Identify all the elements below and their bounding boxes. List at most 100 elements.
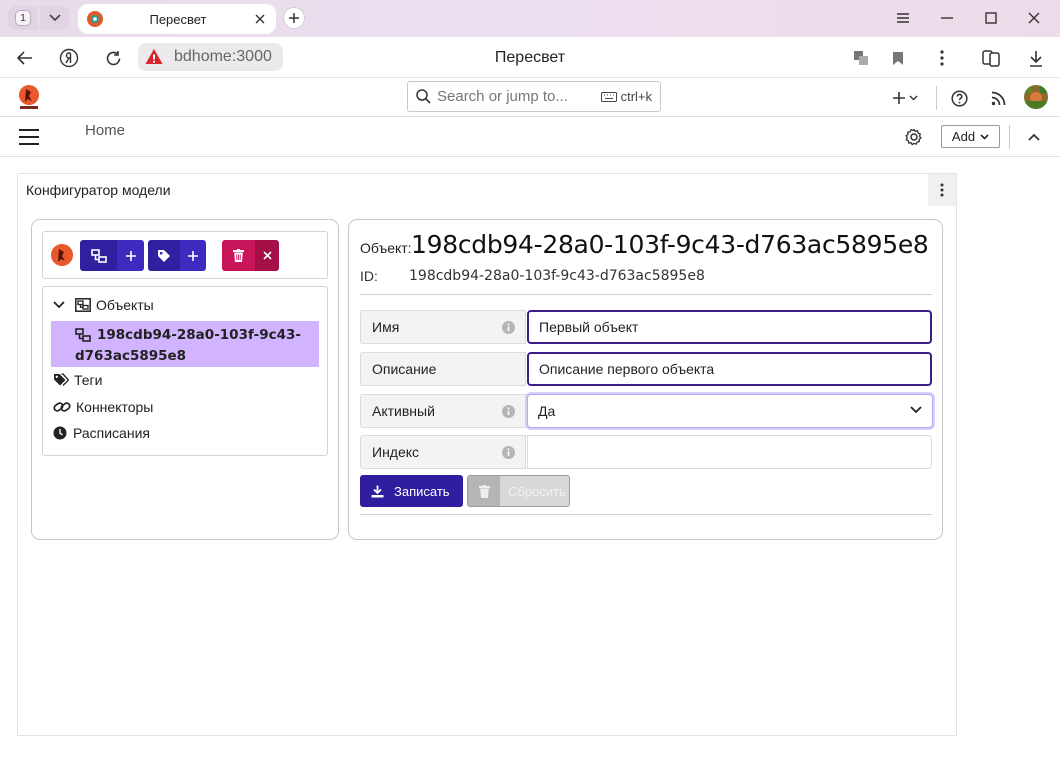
chevron-up-icon[interactable] (1024, 127, 1044, 147)
tab-count: 1 (15, 10, 31, 26)
tree-item-selected-object[interactable]: 198cdb94-28a0-103f-9c43- d763ac5895e8 (51, 321, 319, 367)
tree-item-label: Теги (74, 372, 103, 388)
create-new-button[interactable] (888, 87, 924, 109)
reset-button[interactable]: Сбросить (467, 475, 570, 507)
chevron-down-icon (910, 406, 922, 414)
tags-icon (54, 373, 69, 386)
object-type-button[interactable] (80, 240, 117, 271)
tab-title: Пересвет (149, 11, 207, 27)
tree-toolbar (42, 231, 328, 279)
yandex-icon[interactable] (58, 47, 80, 69)
info-icon[interactable] (502, 405, 515, 418)
tag-icon (158, 249, 170, 262)
model-tree: Объекты 198cdb94-28a0-103f-9c43- d763ac5… (42, 286, 328, 456)
panel-title: Конфигуратор модели (26, 182, 171, 198)
close-tab-icon[interactable] (252, 11, 268, 27)
add-dropdown-button[interactable]: Add (941, 125, 1000, 148)
search-shortcut: ctrl+k (620, 89, 652, 104)
collections-icon[interactable] (980, 47, 1002, 69)
active-select[interactable]: Да (527, 394, 933, 428)
tree-item-label: Объекты (96, 297, 154, 313)
tab-counter-button[interactable]: 1 (8, 6, 38, 30)
id-value: 198cdb94-28a0-103f-9c43-d763ac5895e8 (409, 268, 705, 284)
index-input[interactable] (527, 435, 932, 469)
description-input[interactable] (527, 352, 932, 386)
info-icon[interactable] (502, 446, 515, 459)
browser-address-bar: Пересвет bdhome:3000 (0, 37, 1060, 78)
security-warning-icon[interactable] (144, 47, 164, 67)
tree-item-schedules[interactable]: Расписания (53, 425, 150, 441)
search-icon (416, 89, 431, 104)
maximize-window-icon[interactable] (981, 8, 1001, 28)
tree-item-objects[interactable]: Объекты (53, 297, 154, 313)
help-icon[interactable] (948, 87, 970, 109)
back-arrow-icon[interactable] (14, 47, 36, 69)
delete-group (222, 240, 279, 271)
new-tab-button[interactable] (283, 7, 305, 29)
app-logo-icon[interactable] (17, 84, 41, 110)
delete-button[interactable] (222, 240, 255, 271)
chevron-down-icon (49, 14, 61, 22)
add-object-group (80, 240, 144, 271)
favicon-icon (87, 11, 103, 27)
panel-menu-icon[interactable] (928, 174, 956, 206)
url-field[interactable]: bdhome:3000 (138, 43, 283, 71)
tab-list-button[interactable] (40, 6, 70, 30)
tree-card: Объекты 198cdb94-28a0-103f-9c43- d763ac5… (31, 219, 339, 540)
trash-icon (233, 249, 244, 262)
tree-item-label: Расписания (73, 425, 150, 441)
browser-menu-icon[interactable] (893, 8, 913, 28)
tree-item-label: 198cdb94-28a0-103f-9c43- (97, 327, 301, 343)
close-window-icon[interactable] (1024, 8, 1044, 28)
translate-icon[interactable] (850, 47, 872, 69)
more-vertical-icon[interactable] (931, 47, 953, 69)
search-input[interactable]: Search or jump to... ctrl+k (407, 81, 661, 112)
field-index: Индекс (360, 435, 932, 469)
plus-icon (893, 92, 918, 104)
plus-icon (289, 13, 299, 23)
app-subheader: Home Add (0, 117, 1060, 157)
browser-tab-strip: 1 Пересвет (0, 0, 1060, 37)
trash-icon (478, 484, 490, 498)
field-active: Активный Да (360, 394, 933, 428)
breadcrumb[interactable]: Home (85, 122, 125, 139)
minimize-window-icon[interactable] (937, 8, 957, 28)
keyboard-icon (600, 91, 617, 102)
gear-icon[interactable] (904, 127, 924, 147)
rss-feed-icon[interactable] (987, 87, 1009, 109)
object-hierarchy-icon (75, 298, 91, 312)
tree-item-label-continued: d763ac5895e8 (75, 348, 187, 364)
object-title: 198cdb94-28a0-103f-9c43-d763ac5895e8 (411, 230, 929, 259)
plus-icon (188, 250, 198, 261)
tree-item-label: Коннекторы (76, 399, 154, 415)
browser-tab[interactable]: Пересвет (78, 4, 276, 34)
object-detail-card: Объект: 198cdb94-28a0-103f-9c43-d763ac58… (348, 219, 943, 540)
tree-item-tags[interactable]: Теги (53, 372, 102, 388)
clear-button[interactable] (255, 240, 279, 271)
tree-item-connectors[interactable]: Коннекторы (53, 399, 153, 415)
field-label: Активный (372, 403, 435, 419)
clock-icon (53, 426, 67, 440)
add-object-button[interactable] (117, 240, 144, 271)
reload-icon[interactable] (102, 47, 124, 69)
download-icon[interactable] (1025, 47, 1047, 69)
bookmark-icon[interactable] (887, 47, 909, 69)
field-label: Индекс (372, 444, 420, 460)
link-icon (53, 402, 71, 412)
model-configurator-panel: Конфигуратор модели Объекты 198cdb94-28a… (17, 173, 957, 736)
chevron-down-icon[interactable] (53, 301, 65, 309)
menu-icon[interactable] (18, 128, 40, 146)
info-icon[interactable] (502, 321, 515, 334)
url-text: bdhome:3000 (174, 48, 272, 65)
browser-page-title: Пересвет (494, 49, 566, 66)
add-tag-button[interactable] (180, 240, 206, 271)
plus-icon (125, 250, 136, 261)
save-button[interactable]: Записать (360, 475, 463, 507)
name-input[interactable] (527, 310, 932, 344)
tag-type-button[interactable] (148, 240, 180, 271)
active-select-value: Да (538, 403, 556, 419)
object-hierarchy-icon (90, 248, 107, 263)
field-description: Описание (360, 352, 932, 386)
user-avatar[interactable] (1024, 85, 1048, 109)
save-button-label: Записать (394, 483, 450, 499)
